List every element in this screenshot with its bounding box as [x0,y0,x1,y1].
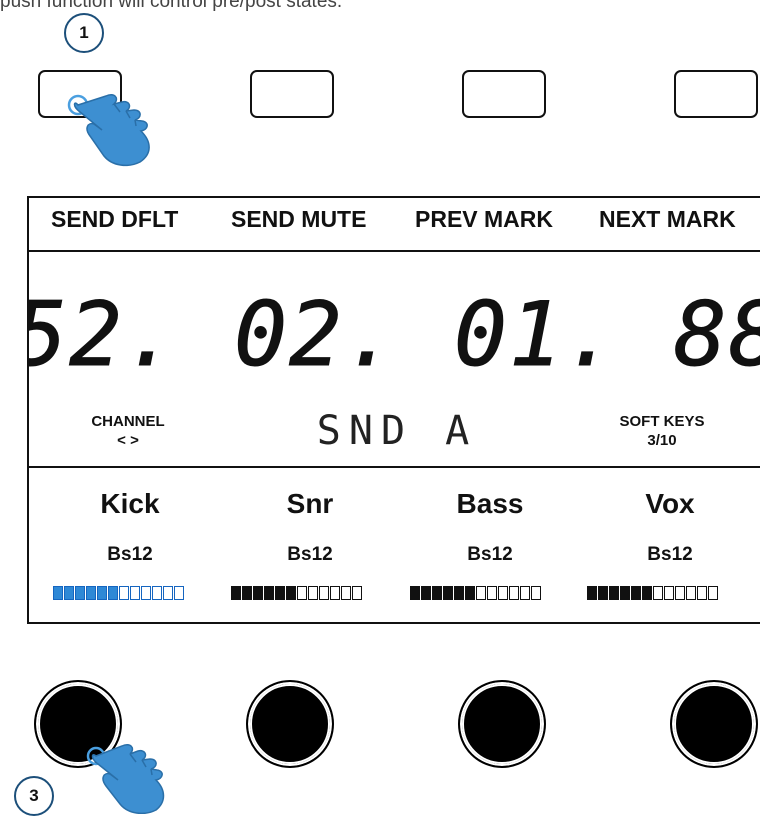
track-name-4: Vox [645,488,695,519]
meter-segment [253,586,263,600]
meter-segment [64,586,74,600]
meter-segment [130,586,140,600]
svg-text:52. 02. 01. 88: 52. 02. 01. 88 [29,283,760,380]
meter-segment [275,586,285,600]
softkey-button-4[interactable] [674,70,758,118]
meter-segment [163,586,173,600]
meter-segment [152,586,162,600]
meter-segment [53,586,63,600]
meter-segment [97,586,107,600]
meter-segment [454,586,464,600]
instruction-caption: push function will control pre/post stat… [0,0,343,12]
track-bus-1: Bs12 [107,544,153,565]
divider-top [29,250,760,252]
encoder-knob-2[interactable] [246,680,334,768]
meter-segment [708,586,718,600]
level-meter-4 [587,586,719,600]
pointing-hand-icon [67,93,150,167]
meter-segment [341,586,351,600]
meter-segment [520,586,530,600]
meter-segment [487,586,497,600]
level-meter-2 [231,586,363,600]
meter-segment [330,586,340,600]
meter-segment [620,586,630,600]
track-name-2: Snr [286,488,334,519]
meter-segment [174,586,184,600]
meter-segment [141,586,151,600]
timecode-readout: 52. 02. 01. 88 [29,283,760,381]
softkeys-page-label: SOFT KEYS 3/10 [607,412,717,450]
meter-segment [443,586,453,600]
step-badge-1: 1 [64,13,104,53]
meter-segment [631,586,641,600]
meter-segment [498,586,508,600]
meter-segment [352,586,362,600]
meter-segment [319,586,329,600]
track-bus-4: Bs12 [647,544,693,565]
meter-segment [286,586,296,600]
meter-segment [231,586,241,600]
softkeys-title: SOFT KEYS [619,413,705,430]
softkey-label-3: PREV MARK [415,206,554,232]
meter-segment [308,586,318,600]
meter-segment [75,586,85,600]
pointing-hand-icon [86,743,165,814]
meter-segment [653,586,663,600]
encoder-knob-3[interactable] [458,680,546,768]
step-badge-3: 3 [14,776,54,816]
track-name-3: Bass [456,488,524,519]
meter-segment [686,586,696,600]
softkey-label-1: SEND DFLT [51,206,179,232]
meter-segment [432,586,442,600]
track-name-1: Kick [100,488,160,519]
meter-segment [509,586,519,600]
meter-segment [587,586,597,600]
meter-segment [642,586,652,600]
encoder-knob-4[interactable] [670,680,758,768]
meter-segment [675,586,685,600]
meter-segment [86,586,96,600]
track-bus-3: Bs12 [467,544,513,565]
level-meter-1 [53,586,185,600]
track-bus-2: Bs12 [287,544,333,565]
level-meter-3 [410,586,542,600]
softkey-label-4: NEXT MARK [599,206,736,232]
meter-segment [297,586,307,600]
meter-segment [531,586,541,600]
meter-segment [119,586,129,600]
meter-segment [598,586,608,600]
meter-segment [108,586,118,600]
divider-bottom [29,466,760,468]
softkey-label-2: SEND MUTE [231,206,367,232]
meter-segment [242,586,252,600]
meter-segment [421,586,431,600]
meter-segment [697,586,707,600]
meter-segment [264,586,274,600]
meter-segment [609,586,619,600]
display-panel: SEND DFLT SEND MUTE PREV MARK NEXT MARK … [27,196,760,624]
softkey-button-2[interactable] [250,70,334,118]
meter-segment [410,586,420,600]
meter-segment [664,586,674,600]
meter-segment [465,586,475,600]
softkey-button-3[interactable] [462,70,546,118]
meter-segment [476,586,486,600]
softkeys-page: 3/10 [647,432,677,449]
